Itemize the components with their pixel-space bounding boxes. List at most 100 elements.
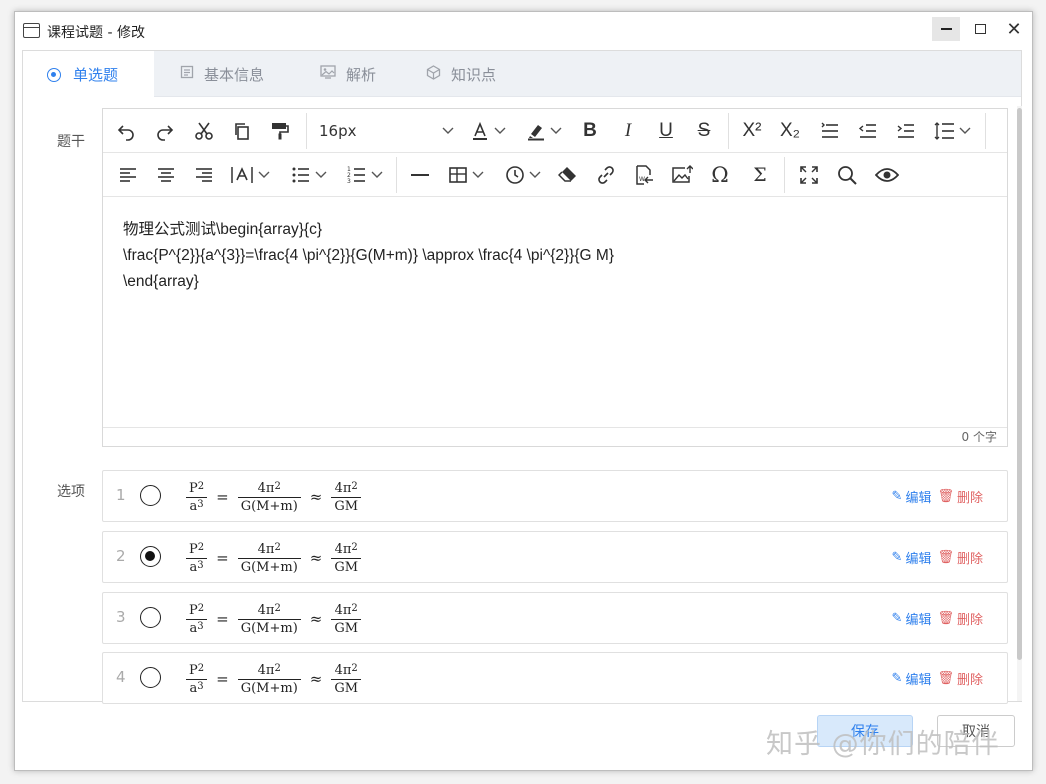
trash-icon: 🗑	[937, 489, 954, 504]
cube-icon	[426, 64, 441, 84]
edit-option-button[interactable]: ✎ 编辑	[892, 669, 932, 688]
scrollbar-thumb[interactable]	[1017, 108, 1022, 660]
paragraph-spacing-button[interactable]	[817, 109, 843, 153]
clear-format-button[interactable]	[555, 153, 581, 197]
fullscreen-icon	[800, 166, 818, 184]
underline-button[interactable]: U	[653, 109, 679, 153]
delete-option-button[interactable]: 🗑 删除	[937, 548, 983, 567]
align-left-icon	[120, 168, 136, 182]
align-right-button[interactable]	[191, 153, 217, 197]
trash-icon: 🗑	[937, 550, 954, 565]
font-color-icon	[473, 121, 487, 140]
numbered-list-button[interactable]: 123	[341, 153, 389, 197]
option-radio[interactable]	[140, 667, 161, 688]
option-row-4: 4 P2 a3 = 4π2 G(M+m) ≈ 4π2 GM ✎ 编辑 🗑 删除	[102, 652, 1008, 704]
document-icon	[180, 65, 194, 83]
bulleted-list-icon	[292, 167, 309, 183]
letter-spacing-button[interactable]	[227, 153, 273, 197]
fullscreen-button[interactable]	[796, 153, 822, 197]
edit-option-button[interactable]: ✎ 编辑	[892, 487, 932, 506]
copy-button[interactable]	[229, 109, 255, 153]
tab-single-choice[interactable]: 单选题	[23, 51, 154, 98]
toolbar-separator	[306, 113, 307, 149]
tab-label: 单选题	[73, 66, 119, 84]
horizontal-rule-button[interactable]	[407, 153, 433, 197]
indent-button[interactable]	[893, 109, 919, 153]
list-spacing-icon	[821, 122, 838, 138]
strikethrough-icon: S	[697, 120, 711, 141]
options-label: 选项	[57, 484, 85, 500]
subscript-button[interactable]: X₂	[777, 109, 803, 153]
maximize-button[interactable]	[966, 17, 994, 41]
pencil-icon: ✎	[891, 611, 903, 626]
edit-option-button[interactable]: ✎ 编辑	[892, 548, 932, 567]
close-button[interactable]: ✕	[1000, 17, 1028, 41]
search-button[interactable]	[834, 153, 860, 197]
title-bar[interactable]: 课程试题 - 修改 ✕	[15, 12, 1032, 50]
close-icon: ✕	[1006, 18, 1022, 40]
numbered-list-icon: 123	[347, 166, 365, 185]
option-radio[interactable]	[140, 485, 161, 506]
align-center-button[interactable]	[153, 153, 179, 197]
strikethrough-button[interactable]: S	[691, 109, 717, 153]
svg-text:3: 3	[347, 178, 351, 185]
redo-button[interactable]	[152, 109, 178, 153]
bulleted-list-button[interactable]	[285, 153, 333, 197]
format-painter-button[interactable]	[267, 109, 293, 153]
delete-option-button[interactable]: 🗑 删除	[937, 609, 983, 628]
preview-button[interactable]	[872, 153, 902, 197]
align-right-icon	[196, 168, 212, 182]
stem-label: 题干	[57, 134, 85, 150]
delete-option-button[interactable]: 🗑 删除	[937, 669, 983, 688]
line-height-button[interactable]	[929, 109, 975, 153]
table-button[interactable]	[443, 153, 489, 197]
eraser-icon	[558, 167, 576, 182]
tab-label: 知识点	[451, 65, 497, 84]
italic-button[interactable]: I	[615, 109, 641, 153]
tab-analysis[interactable]: 解析	[320, 51, 376, 97]
tab-knowledge-points[interactable]: 知识点	[426, 51, 496, 97]
maximize-icon	[974, 24, 986, 34]
option-radio[interactable]	[140, 546, 161, 567]
highlighter-icon	[528, 125, 544, 141]
edit-option-button[interactable]: ✎ 编辑	[892, 609, 932, 628]
option-radio[interactable]	[140, 607, 161, 628]
tab-label: 解析	[346, 65, 377, 84]
word-import-icon: W	[636, 165, 653, 185]
insert-image-button[interactable]	[669, 153, 695, 197]
option-number: 3	[116, 608, 126, 626]
insert-time-button[interactable]	[499, 153, 547, 197]
cut-button[interactable]	[191, 109, 217, 153]
rich-text-editor: 16px B I U S X² X₂ 1 2 3 W Ω Σ 物理公式测试\be…	[102, 108, 1008, 447]
link-button[interactable]	[593, 153, 619, 197]
font-color-button[interactable]	[463, 109, 513, 153]
delete-option-button[interactable]: 🗑 删除	[937, 487, 983, 506]
toolbar-separator	[728, 113, 729, 149]
option-number: 4	[116, 668, 126, 686]
font-size-select[interactable]: 16px	[319, 109, 454, 153]
special-chars-button[interactable]: Ω	[707, 153, 733, 197]
font-size-value: 16px	[319, 122, 357, 140]
option-number: 2	[116, 547, 126, 565]
content-line: \end{array}	[123, 273, 199, 290]
highlight-color-button[interactable]	[519, 109, 569, 153]
import-word-button[interactable]: W	[631, 153, 657, 197]
align-center-icon	[158, 168, 174, 182]
trash-icon: 🗑	[937, 611, 954, 626]
outdent-button[interactable]	[855, 109, 881, 153]
bold-button[interactable]: B	[577, 109, 603, 153]
bold-icon: B	[583, 120, 597, 141]
trash-icon: 🗑	[937, 671, 954, 686]
tab-basic-info[interactable]: 基本信息	[180, 51, 264, 97]
minimize-button[interactable]	[932, 17, 960, 41]
option-formula: P2 a3 = 4π2 G(M+m) ≈ 4π2 GM	[181, 597, 366, 641]
editor-content[interactable]: 物理公式测试\begin{array}{c} \frac{P^{2}}{a^{3…	[123, 217, 987, 295]
radio-icon	[47, 67, 61, 82]
superscript-button[interactable]: X²	[739, 109, 765, 153]
eye-icon	[875, 168, 899, 182]
undo-icon	[117, 125, 134, 141]
align-left-button[interactable]	[115, 153, 141, 197]
copy-icon	[235, 123, 249, 140]
undo-button[interactable]	[113, 109, 139, 153]
formula-button[interactable]: Σ	[747, 153, 773, 197]
